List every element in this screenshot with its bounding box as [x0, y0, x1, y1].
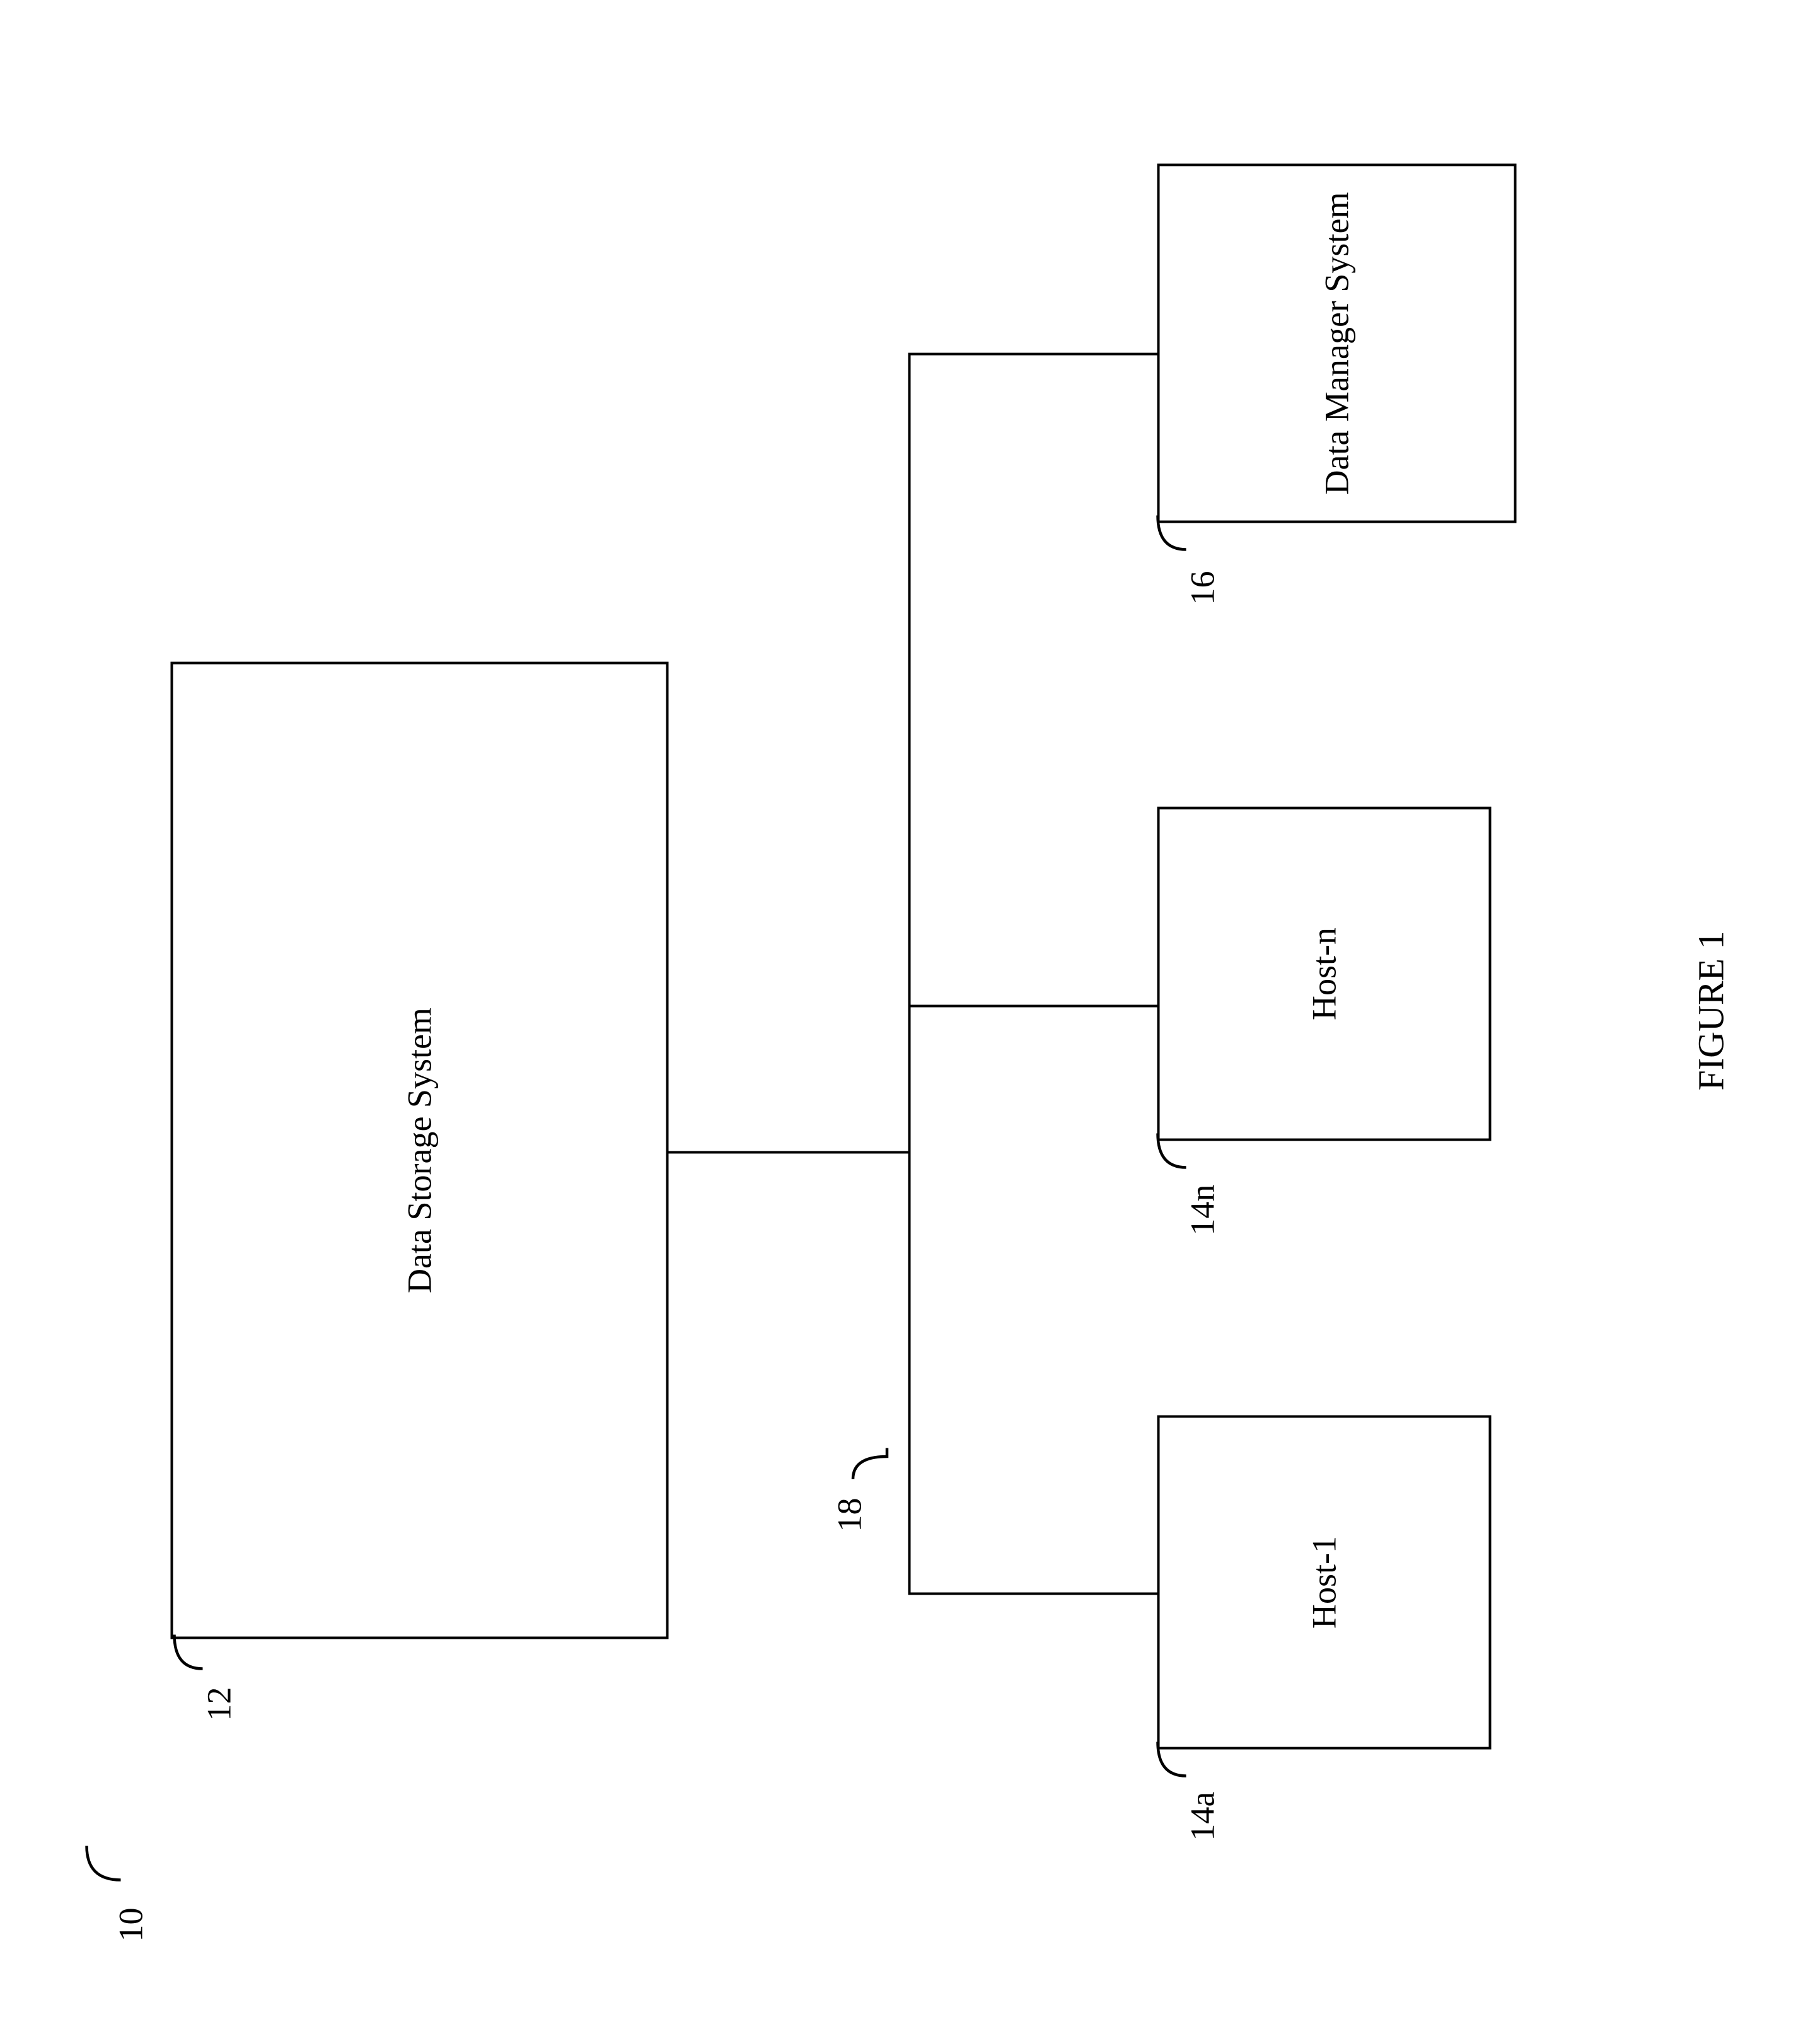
data-storage-system-label: Data Storage System — [400, 1008, 439, 1293]
data-manager-system-box: Data Manager System — [1157, 163, 1516, 523]
bus-line — [908, 352, 910, 1595]
leader-overall — [69, 1834, 126, 1891]
data-manager-system-label: Data Manager System — [1317, 173, 1356, 513]
ref-dss: 12 — [202, 1687, 236, 1721]
ref-dms: 16 — [1185, 571, 1219, 605]
diagram-stage: 10 Data Storage System 12 18 Host-1 14a … — [0, 0, 1820, 2036]
host-1-label: Host-1 — [1304, 1536, 1343, 1629]
ref-host1: 14a — [1185, 1791, 1219, 1841]
host-1-box: Host-1 — [1157, 1415, 1491, 1749]
ref-hostn: 14n — [1185, 1184, 1219, 1235]
host-n-box: Host-n — [1157, 806, 1491, 1141]
drop-dms — [908, 352, 1157, 355]
data-storage-system-box: Data Storage System — [170, 661, 668, 1639]
ref-overall: 10 — [113, 1907, 148, 1941]
drop-host1 — [908, 1592, 1157, 1595]
host-n-label: Host-n — [1304, 928, 1343, 1020]
drop-hostn — [908, 1004, 1157, 1007]
figure-caption: FIGURE 1 — [1690, 931, 1732, 1090]
leader-bus — [838, 1431, 895, 1487]
trunk-vertical — [668, 1151, 908, 1153]
ref-bus: 18 — [832, 1498, 866, 1532]
